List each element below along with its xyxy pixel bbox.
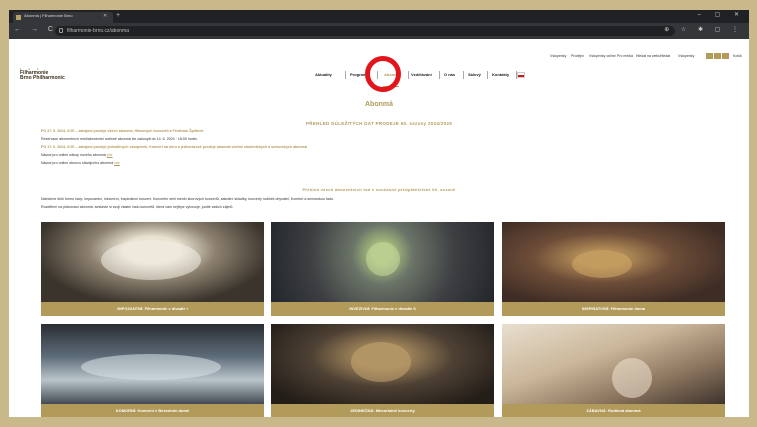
card-image (271, 222, 494, 302)
card-image (271, 324, 494, 404)
card-label: KOMORNÍ: Komorní v Besedním domě (115, 408, 190, 413)
date-line-2: PO 17. 6. 2024, 9:00 – zahájení prodeje … (41, 145, 307, 149)
card-caption-bar: KOMORNÍ: Komorní v Besedním domě (41, 404, 264, 417)
card-label: IMPOZANTNÍ: Filharmonie v divadle I (117, 306, 188, 311)
nav-separator (408, 71, 409, 79)
highlight-circle (365, 56, 401, 92)
overview-heading: PŘEHLED DŮLEŽITÝCH DAT PRODEJE 60. sezon… (305, 121, 452, 126)
nav-separator (463, 71, 464, 79)
new-tab-button[interactable]: + (116, 12, 120, 19)
tab-title: Abonmá | Filharmonie Brno (24, 13, 73, 18)
intro-heading: Přehled všech abonentních řad v současné… (302, 187, 456, 192)
nav-item-vzdelavani[interactable]: Vzdělávání (411, 72, 432, 77)
cart-icon[interactable] (714, 53, 721, 59)
cart-link[interactable]: Košík (733, 54, 742, 58)
card-caption-bar: ZÁBAVNÁ: Rodinná abonmá (502, 404, 725, 417)
subscription-card[interactable]: INVEZIVNÍ: Filharmonie v divadle II (271, 222, 494, 316)
card-image (41, 222, 264, 302)
guide-line-2: Návod pro online obnovu stávajícího abon… (41, 161, 120, 165)
date-line-1: PO 27. 5. 2024, 9:00 – zahájení prodeje … (41, 129, 204, 133)
address-bar: ← → C filharmonie-brno.cz/abonma ⊕ ☆ ✱ ▢… (9, 23, 749, 39)
guide-link-2[interactable]: zde (114, 161, 120, 165)
language-icon[interactable] (722, 53, 729, 59)
guide-line-1: Návod pro online nákup nového abonmá zde (41, 153, 113, 157)
children-highlight (612, 358, 652, 398)
language-flag-icon[interactable] (517, 72, 525, 78)
subscription-card[interactable]: IMPOZANTNÍ: Filharmonie v divadle I (41, 222, 264, 316)
card-image (502, 324, 725, 404)
card-caption-bar: INSPIRATIVNÍ: Filharmonie doma (502, 302, 725, 316)
utility-link[interactable]: Pro média (617, 54, 633, 58)
url-text: filharmonie-brno.cz/abonma (67, 28, 129, 34)
logo-line-2: Brno Philharmonic (20, 75, 65, 81)
url-field[interactable]: filharmonie-brno.cz/abonma (55, 26, 675, 36)
card-caption-bar: IMPOZANTNÍ: Filharmonie v divadle I (41, 302, 264, 316)
card-label: INVEZIVNÍ: Filharmonie v divadle II (349, 306, 416, 311)
subscription-card[interactable]: KOMORNÍ: Komorní v Besedním domě (41, 324, 264, 417)
intro-line-2: Rozdělení na plánovaní abonmá, sestavte … (41, 205, 234, 209)
browser-tab[interactable]: Abonmá | Filharmonie Brno ✕ (13, 12, 113, 23)
nav-item-program[interactable]: Program (350, 72, 366, 77)
site-logo[interactable]: • • • Filharmonie Brno Philharmonic (20, 66, 80, 81)
nav-item-aktuality[interactable]: Aktuality (315, 72, 332, 77)
card-label: ZÁBAVNÁ: Rodinná abonmá (586, 408, 641, 413)
card-image (502, 222, 725, 302)
crystal-highlight (81, 354, 221, 380)
guide-text-1: Návod pro online nákup nového abonmá (41, 153, 106, 157)
browser-window: Abonmá | Filharmonie Brno ✕ + – ▢ ✕ ← → … (9, 10, 749, 417)
chandelier-highlight (366, 242, 400, 276)
utility-link[interactable]: Prodejní (571, 54, 584, 58)
chandelier-highlight (101, 240, 201, 280)
info-line: Rezervace abonentních míst/abonentní rod… (41, 137, 198, 141)
statue-highlight (351, 342, 411, 382)
favicon-icon (16, 15, 21, 20)
card-caption-bar: JEDINEČNÁ: Mimořádné koncerty (271, 404, 494, 417)
card-caption-bar: INVEZIVNÍ: Filharmonie v divadle II (271, 302, 494, 316)
nav-separator (345, 71, 346, 79)
utility-link[interactable]: Hledat na webu (636, 54, 660, 58)
page-title: Abonmá (365, 101, 393, 108)
window-controls[interactable]: – ▢ ✕ (698, 11, 745, 18)
lock-icon (59, 28, 63, 33)
guide-link-1[interactable]: zde (107, 153, 113, 157)
toolbar-icons[interactable]: ⊕ ☆ ✱ ▢ ⋮ (664, 26, 743, 33)
subscription-card[interactable]: JEDINEČNÁ: Mimořádné koncerty (271, 324, 494, 417)
chandelier-highlight (572, 250, 632, 278)
card-label: INSPIRATIVNÍ: Filharmonie doma (581, 306, 646, 311)
subscription-card[interactable]: ZÁBAVNÁ: Rodinná abonmá (502, 324, 725, 417)
intro-line-1: Nabízíme širší formu řady: Impozantní, I… (41, 197, 334, 201)
card-label: JEDINEČNÁ: Mimořádné koncerty (350, 408, 415, 413)
navigation-buttons[interactable]: ← → C (14, 26, 57, 33)
search-link[interactable]: Hledat (660, 54, 670, 58)
utility-link[interactable]: Vstupenky (550, 54, 566, 58)
nav-item-o-nas[interactable]: O nás (444, 72, 455, 77)
nav-item-kontakty[interactable]: Kontakty (492, 72, 509, 77)
utility-link[interactable]: Vstupenky online (589, 54, 616, 58)
nav-item-salovy[interactable]: Sálový (468, 72, 481, 77)
nav-separator (487, 71, 488, 79)
card-image (41, 324, 264, 404)
tickets-link[interactable]: Vstupenky (678, 54, 694, 58)
guide-text-2: Návod pro online obnovu stávajícího abon… (41, 161, 114, 165)
nav-separator (439, 71, 440, 79)
tab-close-icon[interactable]: ✕ (103, 13, 107, 19)
user-icon[interactable] (706, 53, 713, 59)
tab-bar: Abonmá | Filharmonie Brno ✕ + – ▢ ✕ (9, 10, 749, 23)
subscription-card[interactable]: INSPIRATIVNÍ: Filharmonie doma (502, 222, 725, 316)
